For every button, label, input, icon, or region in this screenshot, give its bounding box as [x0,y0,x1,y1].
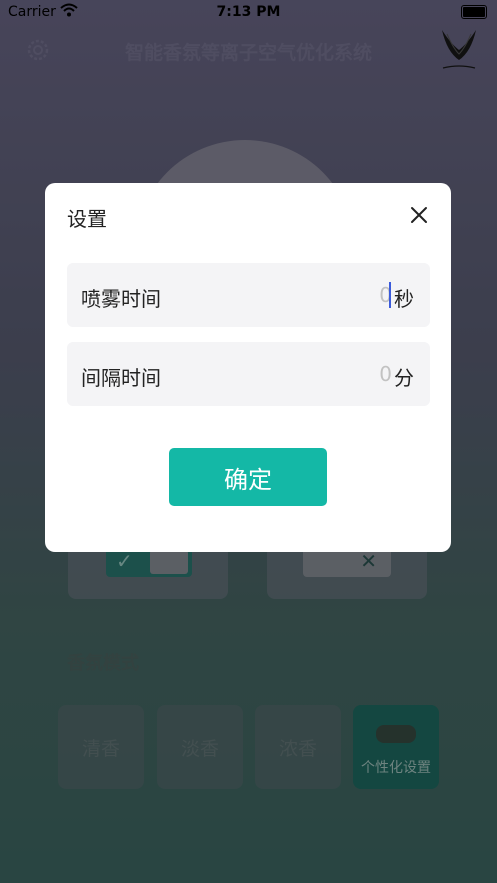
interval-time-unit: 分 [394,366,414,390]
interval-time-input[interactable]: 0 [379,362,392,386]
text-cursor [389,282,391,308]
interval-time-row: 间隔时间 0 分 [67,342,430,406]
spray-time-unit: 秒 [394,287,414,311]
settings-dialog: 设置 喷雾时间 0 秒 间隔时间 0 分 确定 [45,183,451,552]
spray-time-label: 喷雾时间 [81,287,161,311]
close-icon[interactable] [407,203,431,227]
dialog-title: 设置 [67,207,107,231]
interval-time-label: 间隔时间 [81,366,161,390]
confirm-button[interactable]: 确定 [169,448,327,506]
spray-time-row: 喷雾时间 0 秒 [67,263,430,327]
